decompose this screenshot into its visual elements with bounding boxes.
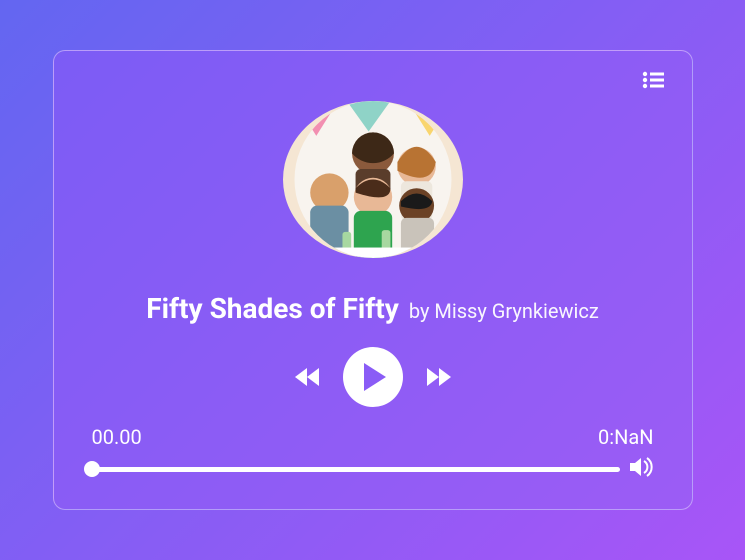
duration-time: 0:NaN [598,425,654,449]
time-display: 00.00 0:NaN [92,425,654,449]
volume-icon [630,457,654,477]
current-time: 00.00 [92,425,142,449]
play-icon [360,363,386,391]
forward-button[interactable] [427,368,451,386]
progress-row [92,457,654,481]
forward-icon [427,368,451,386]
rewind-icon [295,368,319,386]
volume-button[interactable] [630,457,654,481]
playback-controls [295,347,451,407]
seek-bar[interactable] [92,467,620,472]
track-artist: by Missy Grynkiewicz [409,299,599,323]
album-art [283,101,463,258]
audio-player-card: Fifty Shades of Fifty by Missy Grynkiewi… [53,50,693,510]
rewind-button[interactable] [295,368,319,386]
playlist-icon [642,71,664,89]
seek-thumb[interactable] [84,461,100,477]
track-title: Fifty Shades of Fifty [146,292,399,325]
playlist-toggle-button[interactable] [642,71,664,93]
track-info: Fifty Shades of Fifty by Missy Grynkiewi… [146,292,599,325]
play-button[interactable] [343,347,403,407]
album-art-image [283,101,463,258]
